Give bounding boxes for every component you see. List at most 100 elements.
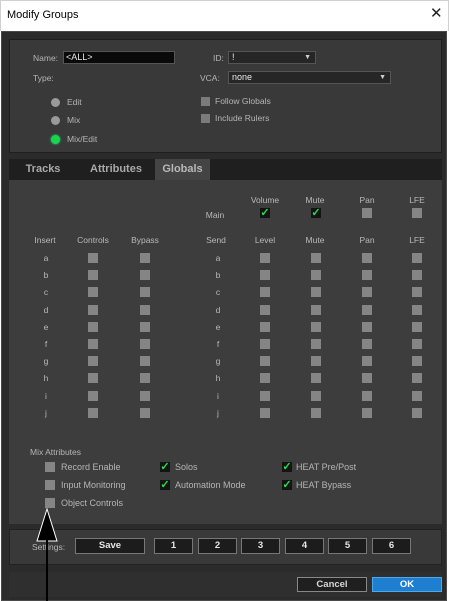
main-volume-checkbox[interactable]: ✓ (260, 208, 270, 219)
level-checkbox[interactable] (260, 373, 270, 383)
insert-row-label: i (45, 391, 47, 401)
id-select[interactable]: ! ▼ (228, 51, 316, 64)
input-monitoring-checkbox[interactable] (45, 480, 55, 490)
mute-checkbox[interactable] (311, 391, 321, 401)
pan-checkbox[interactable] (362, 305, 372, 315)
bypass-checkbox[interactable] (140, 408, 150, 418)
pan-checkbox[interactable] (362, 373, 372, 383)
mute-checkbox[interactable] (311, 408, 321, 418)
pan-checkbox[interactable] (362, 287, 372, 297)
bypass-checkbox[interactable] (140, 287, 150, 297)
main-mute-checkbox[interactable]: ✓ (311, 208, 321, 219)
pan-checkbox[interactable] (362, 322, 372, 332)
level-checkbox[interactable] (260, 322, 270, 332)
pan-checkbox[interactable] (362, 339, 372, 349)
lfe-checkbox[interactable] (412, 339, 422, 349)
tab-tracks[interactable]: Tracks (9, 159, 77, 180)
mute-checkbox[interactable] (311, 270, 321, 280)
lfe-checkbox[interactable] (412, 253, 422, 263)
level-checkbox[interactable] (260, 408, 270, 418)
heat-prepost-checkbox[interactable]: ✓ (282, 462, 292, 473)
tab-attributes[interactable]: Attributes (77, 159, 155, 180)
lfe-checkbox[interactable] (412, 356, 422, 366)
include-rulers-checkbox[interactable] (201, 114, 210, 123)
vca-label: VCA: (200, 73, 220, 83)
lfe-checkbox[interactable] (412, 408, 422, 418)
mute-checkbox[interactable] (311, 287, 321, 297)
radio-mix[interactable] (51, 116, 60, 125)
lfe-checkbox[interactable] (412, 270, 422, 280)
bypass-checkbox[interactable] (140, 391, 150, 401)
save-settings-button[interactable]: Save (75, 538, 145, 554)
controls-checkbox[interactable] (88, 356, 98, 366)
lfe-checkbox[interactable] (412, 287, 422, 297)
lfe-checkbox[interactable] (412, 322, 422, 332)
mute-checkbox[interactable] (311, 253, 321, 263)
vca-select[interactable]: none ▼ (228, 71, 391, 84)
settings-slot-2[interactable]: 2 (198, 538, 237, 554)
settings-slot-4[interactable]: 4 (285, 538, 324, 554)
cancel-button[interactable]: Cancel (297, 577, 367, 592)
radio-mix-edit[interactable] (51, 135, 60, 144)
mute-checkbox[interactable] (311, 373, 321, 383)
controls-checkbox[interactable] (88, 373, 98, 383)
pan-checkbox[interactable] (362, 270, 372, 280)
automation-mode-checkbox[interactable]: ✓ (160, 480, 170, 491)
controls-checkbox[interactable] (88, 287, 98, 297)
controls-checkbox[interactable] (88, 391, 98, 401)
level-checkbox[interactable] (260, 339, 270, 349)
bypass-checkbox[interactable] (140, 270, 150, 280)
bypass-checkbox[interactable] (140, 339, 150, 349)
col-controls: Controls (77, 235, 109, 245)
bypass-checkbox[interactable] (140, 356, 150, 366)
tab-globals[interactable]: Globals (155, 159, 210, 180)
main-lfe-checkbox[interactable] (412, 208, 422, 218)
bypass-checkbox[interactable] (140, 373, 150, 383)
ok-button[interactable]: OK (372, 577, 442, 592)
controls-checkbox[interactable] (88, 322, 98, 332)
heat-bypass-checkbox[interactable]: ✓ (282, 480, 292, 491)
mute-checkbox[interactable] (311, 339, 321, 349)
settings-slot-1[interactable]: 1 (154, 538, 193, 554)
name-input[interactable]: <ALL> (63, 51, 175, 64)
level-checkbox[interactable] (260, 287, 270, 297)
mute-checkbox[interactable] (311, 356, 321, 366)
radio-edit[interactable] (51, 98, 60, 107)
level-checkbox[interactable] (260, 356, 270, 366)
bypass-checkbox[interactable] (140, 305, 150, 315)
controls-checkbox[interactable] (88, 408, 98, 418)
window-title: Modify Groups (7, 9, 79, 21)
bypass-checkbox[interactable] (140, 322, 150, 332)
bypass-checkbox[interactable] (140, 253, 150, 263)
settings-slot-3[interactable]: 3 (241, 538, 280, 554)
pan-checkbox[interactable] (362, 408, 372, 418)
main-pan-checkbox[interactable] (362, 208, 372, 218)
level-checkbox[interactable] (260, 253, 270, 263)
lfe-checkbox[interactable] (412, 305, 422, 315)
record-enable-checkbox[interactable] (45, 462, 55, 472)
insert-row-label: g (43, 356, 49, 366)
controls-checkbox[interactable] (88, 253, 98, 263)
pan-checkbox[interactable] (362, 253, 372, 263)
lfe-checkbox[interactable] (412, 391, 422, 401)
mute-checkbox[interactable] (311, 305, 321, 315)
controls-checkbox[interactable] (88, 270, 98, 280)
controls-checkbox[interactable] (88, 339, 98, 349)
level-checkbox[interactable] (260, 391, 270, 401)
mute-checkbox[interactable] (311, 322, 321, 332)
level-checkbox[interactable] (260, 305, 270, 315)
lfe-checkbox[interactable] (412, 373, 422, 383)
follow-globals-checkbox[interactable] (201, 97, 210, 106)
pan-checkbox[interactable] (362, 391, 372, 401)
settings-slot-6[interactable]: 6 (372, 538, 411, 554)
controls-checkbox[interactable] (88, 305, 98, 315)
chevron-down-icon: ▼ (379, 74, 386, 81)
level-checkbox[interactable] (260, 270, 270, 280)
send-row-label: a (215, 253, 221, 263)
solos-checkbox[interactable]: ✓ (160, 462, 170, 473)
object-controls-checkbox[interactable] (45, 498, 55, 508)
settings-slot-5[interactable]: 5 (328, 538, 367, 554)
close-icon[interactable]: ✕ (430, 6, 443, 21)
pan-checkbox[interactable] (362, 356, 372, 366)
insert-row-label: d (43, 305, 49, 315)
